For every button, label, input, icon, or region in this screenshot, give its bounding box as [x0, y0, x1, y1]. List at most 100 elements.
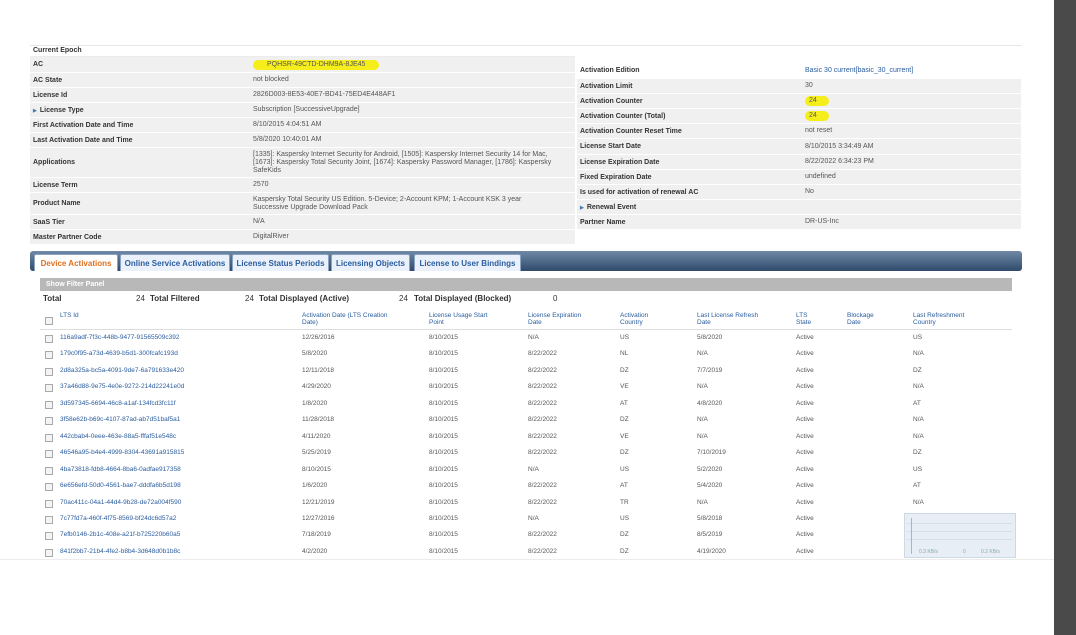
right-field-renewal-event[interactable]: ▶ Renewal Event: [577, 200, 1021, 215]
table-row[interactable]: 7efb0146-2b1c-408e-a21f-b725220b60a5 7/18…: [40, 528, 1012, 542]
field-value-text: undefined: [805, 173, 836, 180]
col-usage-start[interactable]: License Usage Start Point: [429, 312, 499, 326]
col-blockage[interactable]: Blockage Date: [847, 312, 882, 326]
table-row[interactable]: 37a46d88-9e75-4e0e-9272-214d22241e0d 4/29…: [40, 380, 1012, 394]
lts-id-link[interactable]: 442cbab4-0eee-463e-88a5-fffaf51e548c: [60, 433, 176, 440]
row-checkbox[interactable]: [45, 335, 53, 343]
table-row[interactable]: 2d8a325a-bc5a-4091-9de7-6a791633e420 12/1…: [40, 364, 1012, 378]
cell-act: 5/8/2020: [302, 350, 328, 358]
cell-state: Active: [796, 449, 814, 457]
table-row[interactable]: 4ba73818-fdb8-4664-8ba6-0adfae917358 8/10…: [40, 463, 1012, 477]
field-label-text: Fixed Expiration Date: [580, 173, 652, 181]
field-value[interactable]: Basic 30 current[basic_30_current]: [802, 67, 1015, 75]
row-checkbox[interactable]: [45, 384, 53, 393]
lts-id-link[interactable]: 116a9adf-7f3c-448b-9477-91565509c392: [60, 334, 180, 341]
lts-id-link[interactable]: 179c0f95-a73d-4639-b5d1-300fcafc193d: [60, 350, 178, 357]
lts-id-link[interactable]: 46546a95-b4e4-4999-8304-43691a915815: [60, 449, 184, 456]
cell-country: DZ: [620, 449, 629, 457]
table-row[interactable]: 70ac411c-04a1-44d4-9b28-de72a004f590 12/2…: [40, 496, 1012, 510]
field-label-text: License Id: [33, 91, 68, 99]
cell-refresh: 5/8/2018: [697, 514, 723, 522]
field-label-text: Master Partner Code: [33, 233, 102, 241]
field-label: Current Epoch: [30, 47, 250, 54]
cell-rc: N/A: [913, 416, 924, 424]
row-checkbox[interactable]: [45, 351, 53, 360]
lts-id-link[interactable]: 70ac411c-04a1-44d4-9b28-de72a004f590: [60, 499, 181, 506]
lts-id-link[interactable]: 4ba73818-fdb8-4664-8ba6-0adfae917358: [60, 466, 181, 473]
field-label: Master Partner Code: [30, 234, 250, 241]
table-row[interactable]: 841f2bb7-21b4-4fe2-b8b4-3d648d0b1b8c 4/2/…: [40, 545, 1012, 559]
table-row[interactable]: 442cbab4-0eee-463e-88a5-fffaf51e548c 4/11…: [40, 430, 1012, 444]
lts-id-link[interactable]: 3d597345-6694-46c8-a1af-134fcd3fc11f: [60, 400, 176, 407]
field-value-text: N/A: [253, 218, 265, 225]
tab-licensing-objects[interactable]: Licensing Objects: [331, 254, 410, 271]
tab-device-activations[interactable]: Device Activations: [34, 254, 118, 271]
table-row[interactable]: 3d597345-6694-46c8-a1af-134fcd3fc11f 1/8/…: [40, 397, 1012, 411]
right-field-activation-limit: Activation Limit 30: [577, 79, 1021, 94]
row-checkbox[interactable]: [45, 417, 53, 426]
field-label-text: AC State: [33, 76, 63, 84]
table-row[interactable]: 116a9adf-7f3c-448b-9477-91565509c392 12/2…: [40, 331, 1012, 345]
show-filter-panel-button[interactable]: Show Filter Panel: [40, 278, 1012, 291]
tab-license-to-user-bindings[interactable]: License to User Bindings: [414, 254, 521, 271]
left-field-current-epoch: Current Epoch: [30, 44, 575, 57]
left-field-applications: Applications [1335]: Kaspersky Internet S…: [30, 148, 575, 178]
cell-exp: 8/22/2022: [528, 416, 557, 424]
row-checkbox[interactable]: [45, 499, 53, 508]
total-label: Total: [43, 294, 62, 303]
cell-country: AT: [620, 482, 628, 490]
row-checkbox[interactable]: [45, 433, 53, 442]
field-value: 8/22/2022 6:34:23 PM: [802, 158, 1015, 166]
tab-online-service-activations[interactable]: Online Service Activations: [120, 254, 230, 271]
col-refresh-country[interactable]: Last Refreshment Country: [913, 312, 978, 326]
select-all-checkbox[interactable]: [45, 317, 53, 325]
row-checkbox[interactable]: [45, 515, 53, 524]
col-last-refresh[interactable]: Last License Refresh Date: [697, 312, 767, 326]
cell-country: US: [620, 514, 630, 522]
field-label: Applications: [30, 159, 250, 166]
lts-id-link[interactable]: 7c77fd7a-460f-4f75-8569-bf24dc6d57a2: [60, 515, 176, 522]
field-label-text: Activation Counter Reset Time: [580, 127, 682, 135]
row-checkbox[interactable]: [45, 548, 53, 557]
col-lts-id[interactable]: LTS Id: [60, 312, 79, 319]
row-checkbox[interactable]: [45, 367, 53, 376]
window-scrollbar[interactable]: [1054, 0, 1076, 635]
field-label-text: Current Epoch: [33, 46, 82, 54]
row-checkbox[interactable]: [45, 532, 53, 541]
lts-id-link[interactable]: 3f58e62b-b69c-4107-87ad-ab7d51baf5a1: [60, 416, 180, 423]
table-row[interactable]: 179c0f95-a73d-4639-b5d1-300fcafc193d 5/8/…: [40, 347, 1012, 361]
right-field-license-expiration-date: License Expiration Date 8/22/2022 6:34:23…: [577, 155, 1021, 170]
cell-start: 8/10/2015: [429, 383, 458, 391]
col-country[interactable]: Activation Country: [620, 312, 660, 326]
field-label: Activation Counter: [577, 98, 802, 105]
cell-state: Active: [796, 399, 814, 407]
cell-country: DZ: [620, 416, 629, 424]
tab-bar: Device Activations Online Service Activat…: [30, 251, 1022, 271]
col-expiration[interactable]: License Expiration Date: [528, 312, 588, 326]
cell-state: Active: [796, 465, 814, 473]
cell-exp: 8/22/2022: [528, 350, 557, 358]
field-label: First Activation Date and Time: [30, 122, 250, 129]
cell-refresh: 5/2/2020: [697, 465, 723, 473]
lts-id-link[interactable]: 37a46d88-9e75-4e0e-9272-214d22241e0d: [60, 383, 184, 390]
cell-refresh: 8/5/2019: [697, 531, 723, 539]
table-row[interactable]: 3f58e62b-b69c-4107-87ad-ab7d51baf5a1 11/2…: [40, 413, 1012, 427]
lts-id-link[interactable]: 6e656efd-50d0-4561-bae7-dddfa6b5d198: [60, 482, 181, 489]
row-checkbox[interactable]: [45, 483, 53, 492]
row-checkbox[interactable]: [45, 400, 53, 409]
left-field-license-type[interactable]: ▶ License Type Subscription [SuccessiveUpg…: [30, 103, 575, 118]
lts-id-link[interactable]: 2d8a325a-bc5a-4091-9de7-6a791633e420: [60, 367, 184, 374]
table-row[interactable]: 6e656efd-50d0-4561-bae7-dddfa6b5d198 1/6/…: [40, 479, 1012, 493]
lts-id-link[interactable]: 7efb0146-2b1c-408e-a21f-b725220b60a5: [60, 531, 180, 538]
expand-triangle-icon[interactable]: ▶: [580, 205, 584, 211]
col-lts-state[interactable]: LTS State: [796, 312, 821, 326]
row-checkbox[interactable]: [45, 450, 53, 459]
row-checkbox[interactable]: [45, 466, 53, 475]
tab-license-status-periods[interactable]: License Status Periods: [232, 254, 329, 271]
cell-act: 4/11/2020: [302, 432, 331, 440]
col-activation-date[interactable]: Activation Date (LTS Creation Date): [302, 312, 402, 326]
expand-triangle-icon[interactable]: ▶: [33, 108, 37, 114]
table-row[interactable]: 46546a95-b4e4-4999-8304-43691a915815 5/25…: [40, 446, 1012, 460]
table-row[interactable]: 7c77fd7a-460f-4f75-8569-bf24dc6d57a2 12/2…: [40, 512, 1012, 526]
lts-id-link[interactable]: 841f2bb7-21b4-4fe2-b8b4-3d648d0b1b8c: [60, 548, 180, 555]
